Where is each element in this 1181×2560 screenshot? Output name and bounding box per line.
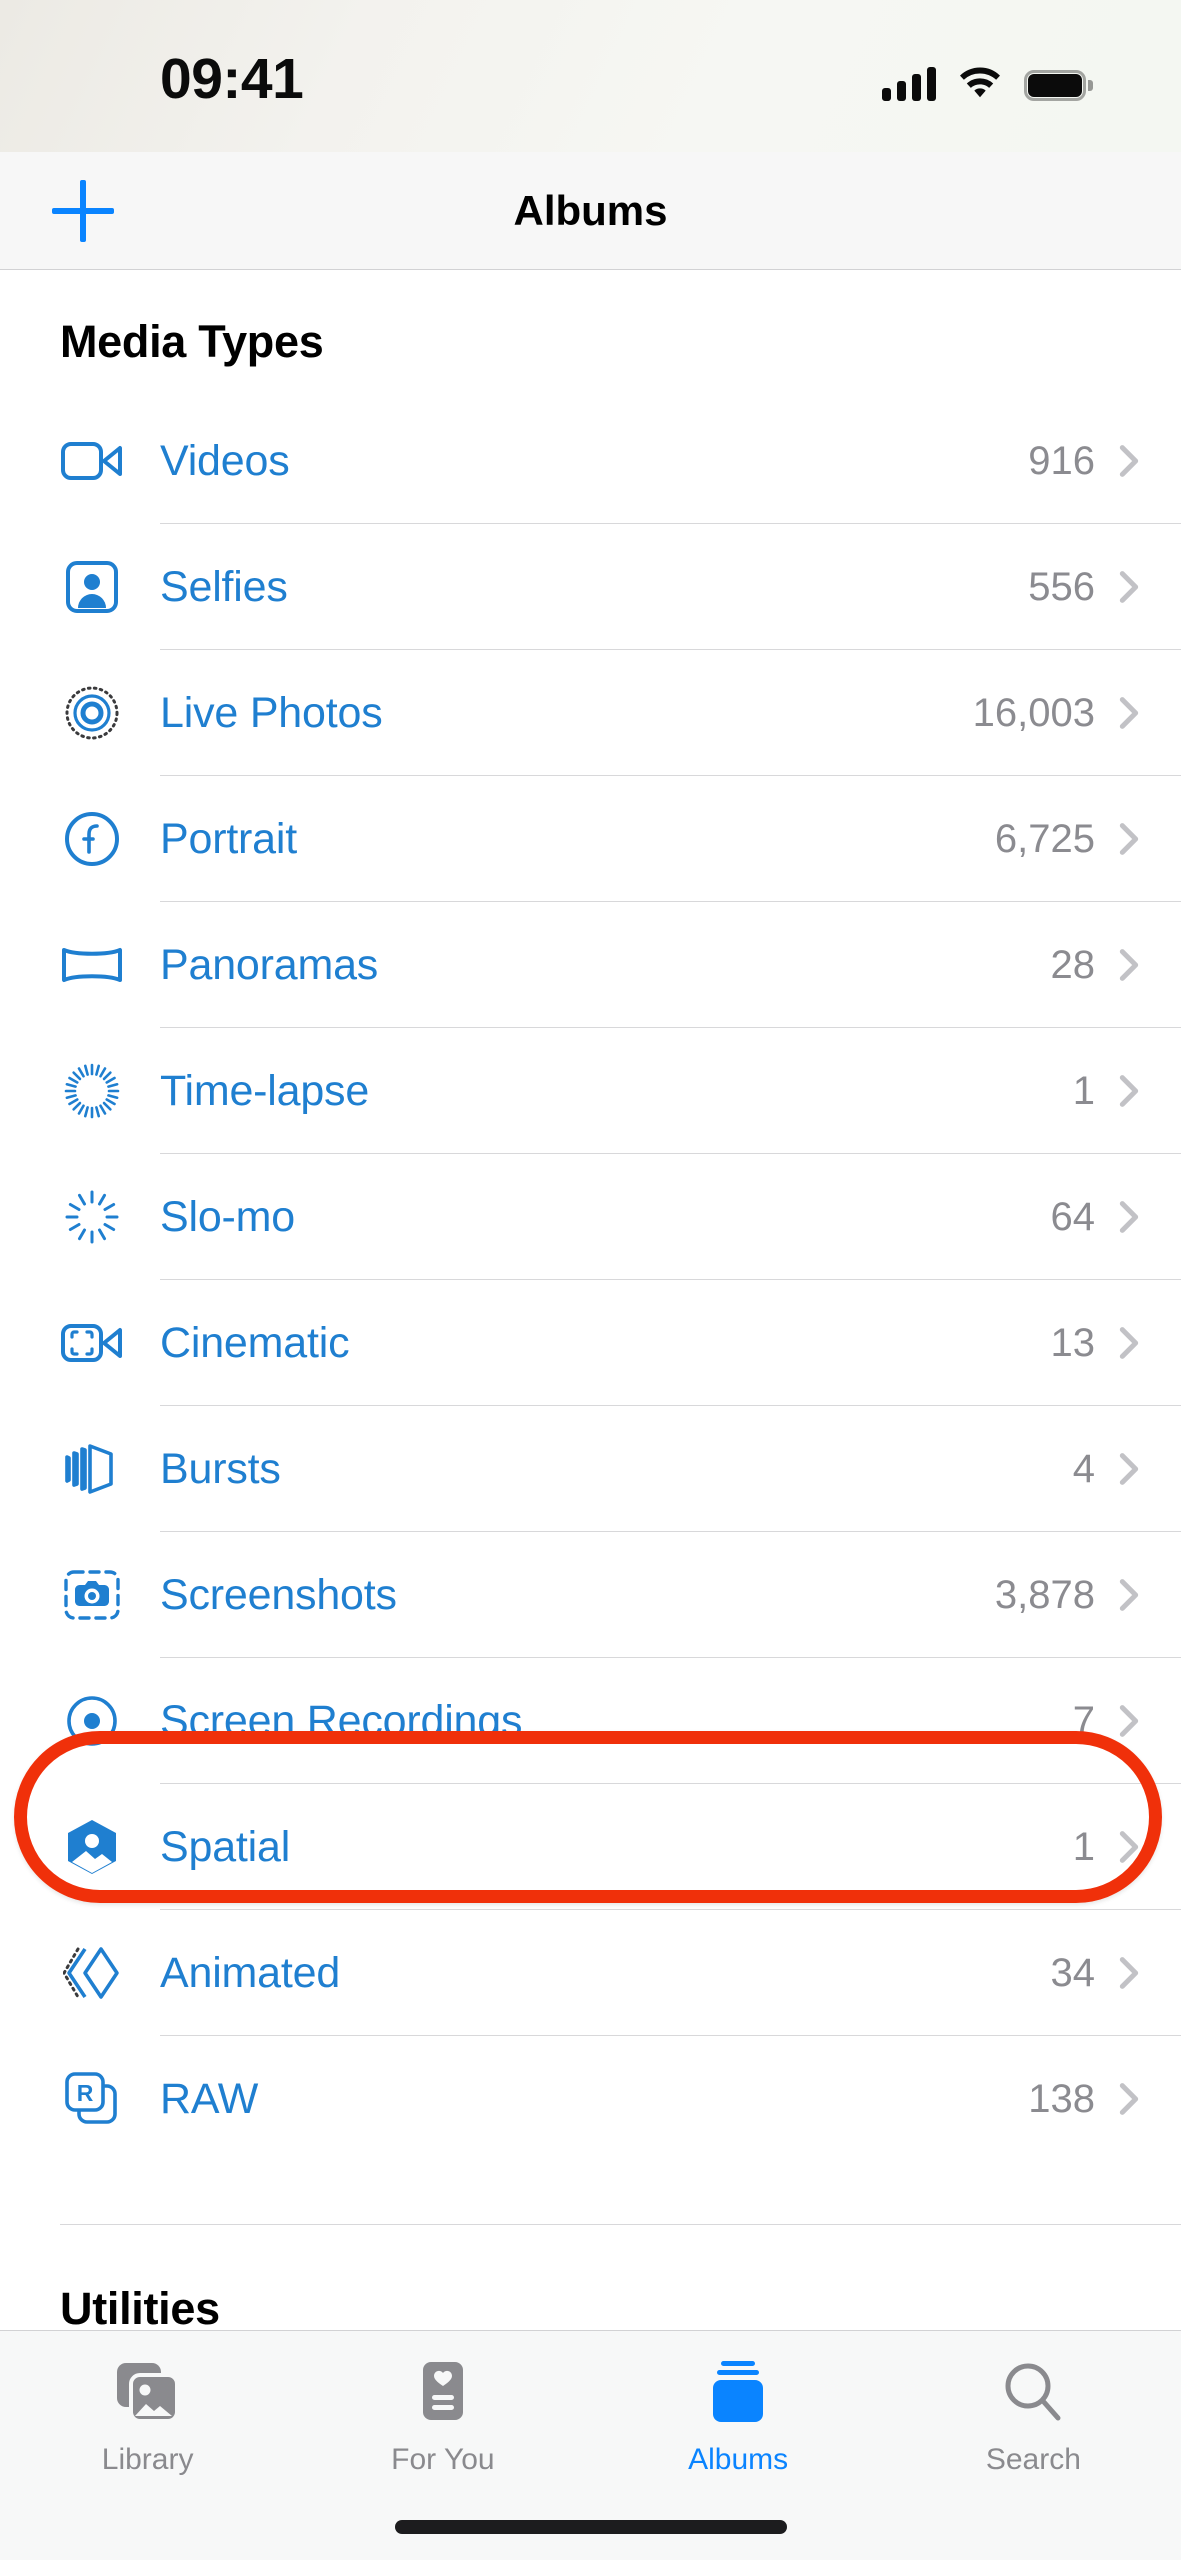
status-time: 09:41 [160, 47, 304, 111]
tab-label: Search [985, 2443, 1081, 2476]
chevron-right-icon [1119, 1327, 1139, 1359]
row-slo-mo[interactable]: Slo-mo 64 [0, 1154, 1181, 1280]
chevron-right-icon [1119, 1831, 1139, 1863]
row-label: Time-lapse [160, 1066, 370, 1115]
section-gap [0, 2162, 1181, 2224]
burst-layers-icon [60, 1437, 124, 1501]
tab-library[interactable]: Library [0, 2355, 295, 2477]
row-label: Slo-mo [160, 1192, 296, 1241]
tab-search[interactable]: Search [886, 2355, 1181, 2477]
person-portrait-icon [60, 555, 124, 619]
chevron-right-icon [1119, 1453, 1139, 1485]
row-count: 916 [1028, 438, 1095, 483]
row-label: Bursts [160, 1444, 281, 1493]
row-count: 28 [1050, 942, 1096, 987]
tab-label: Library [101, 2443, 194, 2476]
row-animated[interactable]: Animated 34 [0, 1910, 1181, 2036]
portrait-f-stop-icon [60, 807, 124, 871]
status-indicators [882, 55, 1093, 101]
row-count: 556 [1028, 564, 1095, 609]
row-label: Screen Recordings [160, 1696, 523, 1745]
chevron-right-icon [1119, 571, 1139, 603]
row-count: 3,878 [994, 1572, 1095, 1617]
screenshot-camera-icon [60, 1563, 124, 1627]
tab-label: Albums [688, 2443, 789, 2476]
row-label: Portrait [160, 814, 297, 863]
navigation-bar: Albums [0, 152, 1181, 270]
row-label: Cinematic [160, 1318, 350, 1367]
tab-for-you[interactable]: For You [295, 2355, 590, 2477]
row-bursts[interactable]: Bursts 4 [0, 1406, 1181, 1532]
media-types-list: Videos 916 Selfies 556 Live Photos 16,00… [0, 398, 1181, 2162]
row-screen-recordings[interactable]: Screen Recordings 7 [0, 1658, 1181, 1784]
screen-recording-icon [60, 1689, 124, 1753]
albums-stack-icon [707, 2355, 769, 2429]
row-count: 34 [1050, 1950, 1096, 1995]
row-label: Panoramas [160, 940, 379, 989]
magnifier-icon [1002, 2355, 1064, 2429]
chevron-right-icon [1119, 1957, 1139, 1989]
raw-badge-icon: R [60, 2067, 124, 2131]
timelapse-icon [60, 1059, 124, 1123]
row-cinematic[interactable]: Cinematic 13 [0, 1280, 1181, 1406]
row-count: 6,725 [994, 816, 1095, 861]
row-count: 16,003 [972, 690, 1095, 735]
tab-label: For You [391, 2443, 495, 2476]
row-label: Animated [160, 1948, 341, 1997]
home-indicator [394, 2520, 787, 2534]
tab-albums[interactable]: Albums [591, 2355, 886, 2477]
chevron-right-icon [1119, 823, 1139, 855]
row-label: Spatial [160, 1822, 291, 1871]
row-videos[interactable]: Videos 916 [0, 398, 1181, 524]
iphone-screen: 09:41 Albums Media Types Videos 916 Self… [0, 0, 1181, 2560]
row-count: 64 [1050, 1194, 1096, 1239]
albums-list[interactable]: Media Types Videos 916 Selfies 556 Live … [0, 270, 1181, 2330]
chevron-right-icon [1119, 1075, 1139, 1107]
row-label: Screenshots [160, 1570, 397, 1619]
row-time-lapse[interactable]: Time-lapse 1 [0, 1028, 1181, 1154]
row-portrait[interactable]: Portrait 6,725 [0, 776, 1181, 902]
photo-stack-icon [114, 2355, 182, 2429]
live-photo-icon [60, 681, 124, 745]
for-you-card-icon [417, 2355, 469, 2429]
page-title: Albums [513, 186, 668, 234]
battery-full-icon [1024, 70, 1093, 101]
row-label: Videos [160, 436, 290, 485]
row-live-photos[interactable]: Live Photos 16,003 [0, 650, 1181, 776]
row-panoramas[interactable]: Panoramas 28 [0, 902, 1181, 1028]
row-label: Live Photos [160, 688, 383, 737]
video-camera-icon [60, 429, 124, 493]
chevron-right-icon [1119, 445, 1139, 477]
chevron-right-icon [1119, 2083, 1139, 2115]
row-count: 138 [1028, 2076, 1095, 2121]
row-screenshots[interactable]: Screenshots 3,878 [0, 1532, 1181, 1658]
section-header-media-types: Media Types [60, 316, 324, 367]
status-bar: 09:41 [0, 0, 1181, 152]
chevron-right-icon [1119, 1579, 1139, 1611]
row-label: Selfies [160, 562, 288, 611]
wifi-icon [960, 67, 1000, 98]
chevron-right-icon [1119, 1705, 1139, 1737]
chevron-right-icon [1119, 1201, 1139, 1233]
svg-text:R: R [77, 2080, 94, 2106]
row-spatial[interactable]: Spatial 1 [0, 1784, 1181, 1910]
section-header-utilities: Utilities [60, 2283, 220, 2330]
cellular-bars-icon [882, 67, 936, 101]
animated-diamond-icon [60, 1941, 124, 2005]
row-label: RAW [160, 2074, 259, 2123]
slomo-icon [60, 1185, 124, 1249]
row-raw[interactable]: R RAW 138 [0, 2036, 1181, 2162]
row-count: 1 [1072, 1068, 1095, 1113]
row-selfies[interactable]: Selfies 556 [0, 524, 1181, 650]
spatial-hexagon-icon [60, 1815, 124, 1879]
chevron-right-icon [1119, 697, 1139, 729]
row-count: 1 [1072, 1824, 1095, 1869]
row-count: 13 [1050, 1320, 1096, 1365]
row-count: 7 [1072, 1698, 1095, 1743]
chevron-right-icon [1119, 949, 1139, 981]
tab-bar: Library For You Albums Search [0, 2330, 1181, 2560]
panorama-icon [60, 933, 124, 997]
cinematic-video-icon [60, 1311, 124, 1375]
row-count: 4 [1072, 1446, 1095, 1491]
